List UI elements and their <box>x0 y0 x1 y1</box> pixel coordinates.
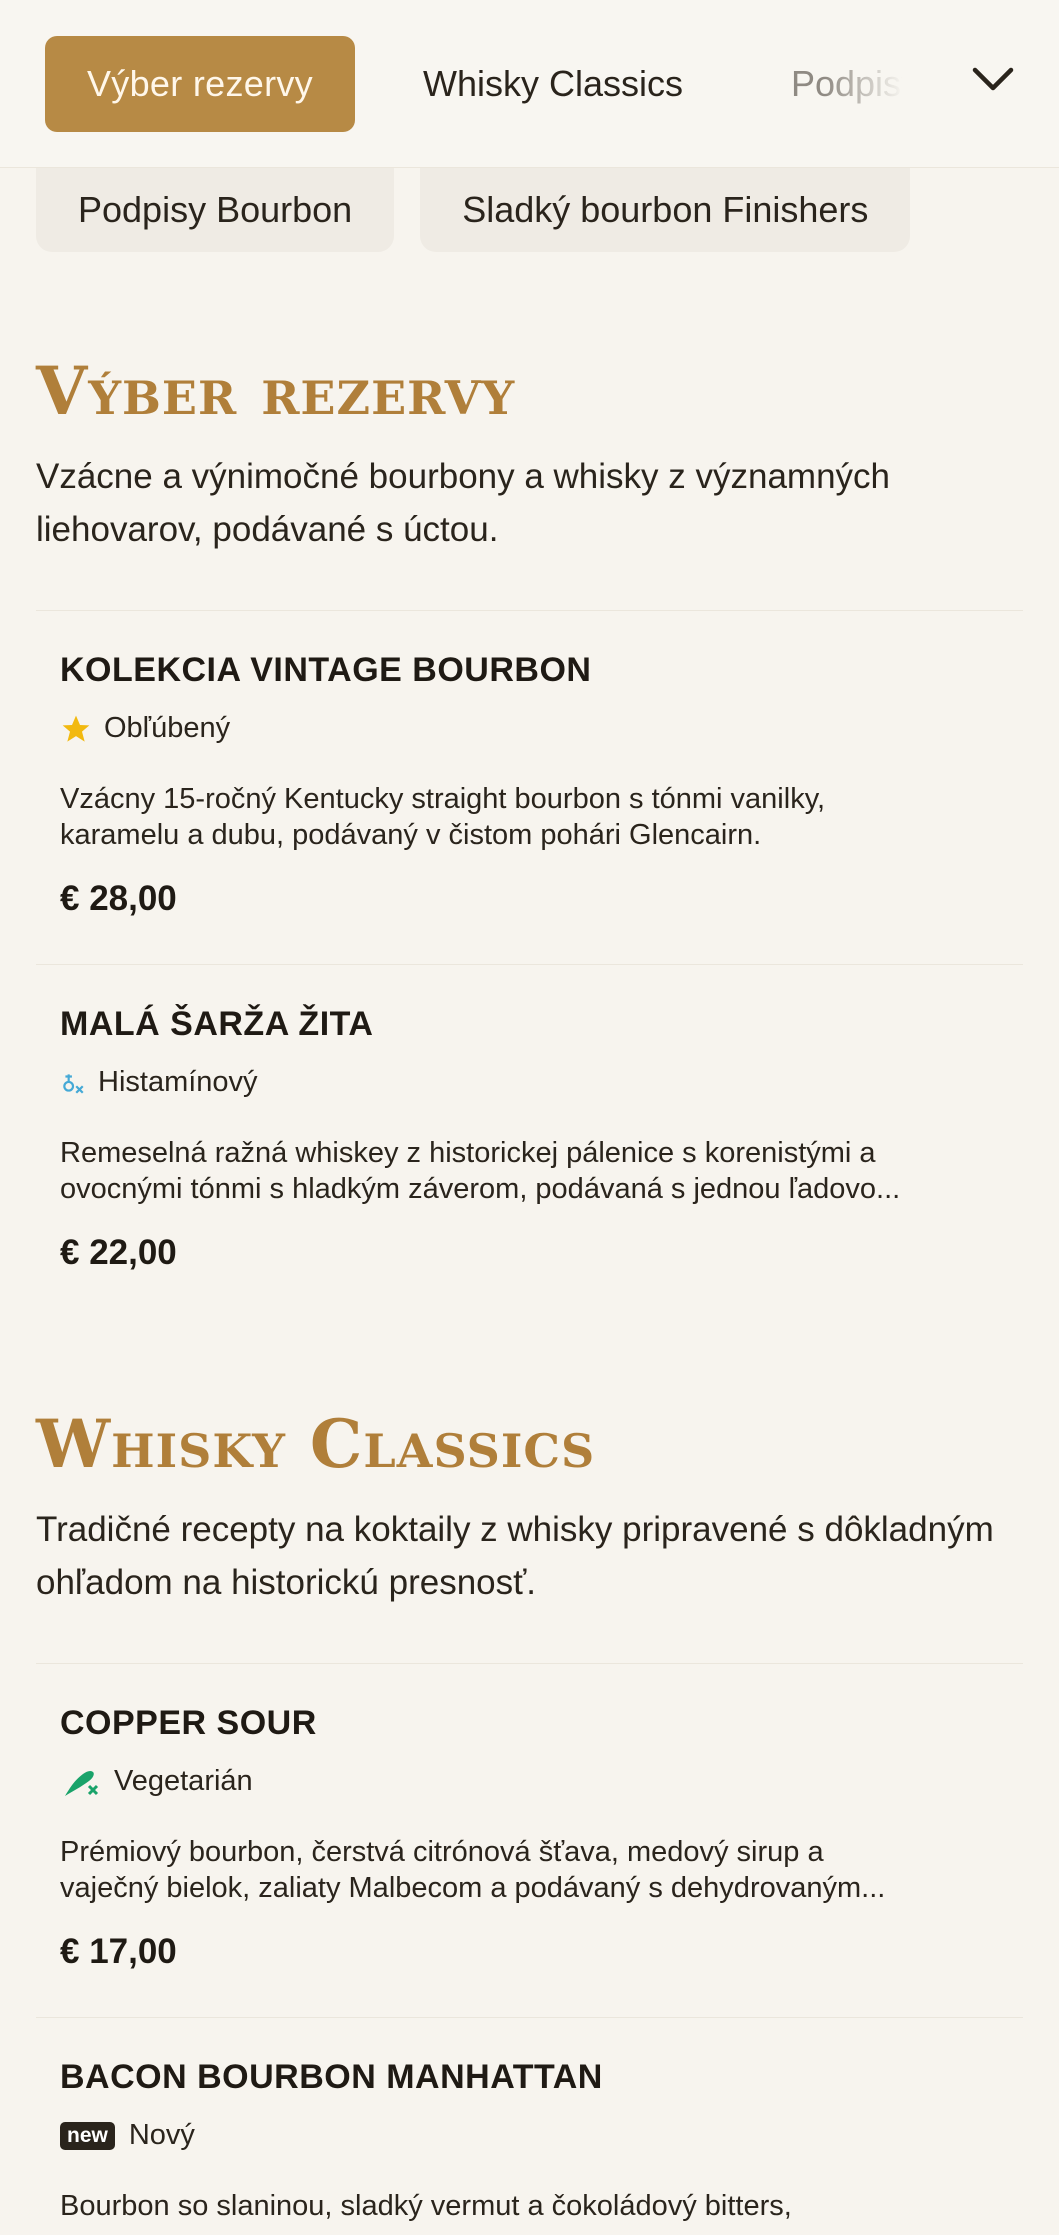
item-price: € 17,00 <box>60 1932 177 1971</box>
item-description: Remeselná ražná whiskey z historickej pá… <box>60 1135 999 1207</box>
section-title: Výber rezervy <box>36 352 516 430</box>
category-nav: Výber rezervy Whisky Classics Podpisy Bo… <box>0 0 1059 168</box>
section-description: Tradičné recepty na koktaily z whisky pr… <box>36 1510 994 1602</box>
item-name: MALÁ ŠARŽA ŽITA <box>60 1005 374 1043</box>
item-description-line: Vzácny 15-ročný Kentucky straight bourbo… <box>60 783 826 815</box>
tab-vyber-rezervy[interactable]: Výber rezervy <box>45 35 355 132</box>
item-tag: Histamínový <box>60 1066 999 1099</box>
item-tag-label: Nový <box>128 2119 195 2151</box>
item-price: € 28,00 <box>60 879 177 918</box>
item-description-line: ovocnými tónmi s hladkým záverom, podáva… <box>60 1173 901 1205</box>
section-description: Vzácne a výnimočné bourbony a whisky z v… <box>36 457 891 549</box>
item-name: COPPER SOUR <box>60 1704 317 1742</box>
menu-item[interactable]: MALÁ ŠARŽA ŽITA Histamínový Remeselná ra… <box>36 964 1023 1318</box>
chevron-down-icon[interactable] <box>971 64 1015 94</box>
item-name: BACON BOURBON MANHATTAN <box>60 2058 603 2096</box>
section-title: Whisky Classics <box>36 1405 596 1483</box>
item-description-line: Remeselná ražná whiskey z historickej pá… <box>60 1137 876 1169</box>
tab-podpisy-bourbon[interactable]: Podpisy Bourbon <box>791 63 903 105</box>
new-badge: new <box>60 2121 115 2150</box>
star-icon <box>60 713 92 745</box>
section-whisky-classics: Whisky Classics Tradičné recepty na kokt… <box>36 1405 1023 2222</box>
category-chips: Podpisy Bourbon Sladký bourbon Finishers <box>36 168 911 252</box>
item-description-line: Prémiový bourbon, čerstvá citrónová šťav… <box>60 1836 824 1868</box>
menu-item[interactable]: COPPER SOUR Vegetarián Prémiový bourbon,… <box>36 1663 1023 2017</box>
item-description: Vzácny 15-ročný Kentucky straight bourbo… <box>60 781 999 853</box>
item-tag: Vegetarián <box>60 1765 999 1798</box>
item-tag-label: Vegetarián <box>114 1765 253 1797</box>
item-description: Prémiový bourbon, čerstvá citrónová šťav… <box>60 1834 999 1906</box>
menu-item[interactable]: KOLEKCIA VINTAGE BOURBON Obľúbený Vzácny… <box>36 610 1023 964</box>
tab-whisky-classics[interactable]: Whisky Classics <box>423 63 683 105</box>
item-description-line: karamelu a dubu, podávaný v čistom pohár… <box>60 819 762 851</box>
histamine-icon <box>60 1067 86 1099</box>
section-vyber-rezervy: Výber rezervy Vzácne a výnimočné bourbon… <box>36 352 1023 1318</box>
item-tag: new Nový <box>60 2119 999 2152</box>
menu-item[interactable]: BACON BOURBON MANHATTAN new Nový Bourbon… <box>36 2017 1023 2222</box>
item-tag: Obľúbený <box>60 712 999 745</box>
item-description-line: vaječný bielok, zaliaty Malbecom a podáv… <box>60 1872 886 1904</box>
chip-sladky-bourbon-finishers[interactable]: Sladký bourbon Finishers <box>420 168 911 252</box>
item-tag-label: Histamínový <box>98 1066 258 1098</box>
item-name: KOLEKCIA VINTAGE BOURBON <box>60 651 592 689</box>
item-description: Bourbon so slaninou, sladký vermut a čok… <box>60 2188 999 2224</box>
item-tag-label: Obľúbený <box>104 712 231 744</box>
item-price: € 22,00 <box>60 1233 177 1272</box>
chip-podpisy-bourbon[interactable]: Podpisy Bourbon <box>36 168 395 252</box>
item-description-line: Bourbon so slaninou, sladký vermut a čok… <box>60 2190 792 2222</box>
vegetarian-icon <box>60 1766 102 1798</box>
